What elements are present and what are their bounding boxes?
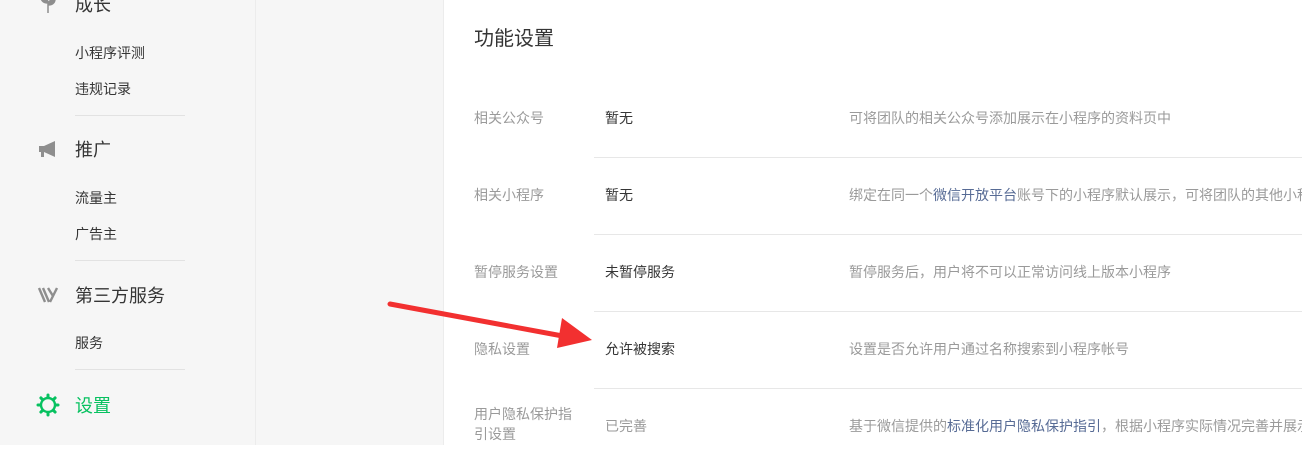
nav-divider bbox=[75, 115, 185, 116]
setting-label: 相关小程序 bbox=[474, 188, 544, 204]
setting-desc: 暂停服务后，用户将不可以正常访问线上版本小程序 bbox=[849, 265, 1171, 281]
nav-group-third-party[interactable]: 第三方服务 bbox=[36, 282, 165, 308]
nav-item-violations[interactable]: 违规记录 bbox=[75, 80, 131, 100]
nav-group-label: 成长 bbox=[75, 0, 111, 16]
setting-label: 暂停服务设置 bbox=[474, 265, 558, 281]
privacy-guideline-link[interactable]: 标准化用户隐私保护指引 bbox=[947, 419, 1101, 435]
nav-item-advertiser[interactable]: 广告主 bbox=[75, 225, 117, 245]
row-divider bbox=[594, 311, 1302, 312]
setting-row-related-mini-program: 相关小程序 暂无 绑定在同一个微信开放平台账号下的小程序默认展示，可将团队的其他… bbox=[444, 159, 1302, 236]
nav-group-promotion[interactable]: 推广 bbox=[36, 136, 111, 162]
row-divider bbox=[594, 234, 1302, 235]
growth-icon bbox=[36, 0, 60, 16]
open-platform-link[interactable]: 微信开放平台 bbox=[933, 188, 1017, 204]
setting-row-related-official-account: 相关公众号 暂无 可将团队的相关公众号添加展示在小程序的资料页中 bbox=[444, 82, 1302, 159]
row-divider bbox=[594, 388, 1302, 389]
desc-text: 账号下的小程序默认展示，可将团队的其他小程 bbox=[1017, 188, 1302, 204]
setting-desc: 设置是否允许用户通过名称搜索到小程序帐号 bbox=[849, 342, 1129, 358]
desc-text: 基于微信提供的 bbox=[849, 419, 947, 435]
setting-label: 隐私设置 bbox=[474, 342, 530, 358]
megaphone-icon bbox=[36, 137, 60, 161]
setting-value: 未暂停服务 bbox=[605, 265, 675, 281]
setting-row-pause-service: 暂停服务设置 未暂停服务 暂停服务后，用户将不可以正常访问线上版本小程序 bbox=[444, 236, 1302, 313]
setting-row-privacy-guideline: 用户隐私保护指引设置 已完善 基于微信提供的标准化用户隐私保护指引，根据小程序实… bbox=[444, 390, 1302, 467]
sub-sidebar bbox=[256, 0, 444, 445]
third-party-icon bbox=[36, 283, 60, 307]
setting-value: 允许被搜索 bbox=[605, 342, 675, 358]
nav-group-label: 第三方服务 bbox=[75, 286, 165, 307]
nav-divider bbox=[75, 260, 185, 261]
setting-label: 用户隐私保护指引设置 bbox=[474, 407, 572, 443]
page-title: 功能设置 bbox=[474, 26, 554, 50]
row-divider bbox=[594, 157, 1302, 158]
sidebar: 成长 小程序评测 违规记录 推广 流量主 广告主 第三方服务 服务 设置 bbox=[0, 0, 256, 445]
nav-group-settings[interactable]: 设置 bbox=[36, 392, 111, 418]
main-content: 功能设置 相关公众号 暂无 可将团队的相关公众号添加展示在小程序的资料页中 相关… bbox=[444, 0, 1302, 445]
nav-item-services[interactable]: 服务 bbox=[75, 334, 103, 354]
desc-text: 绑定在同一个 bbox=[849, 188, 933, 204]
setting-desc: 绑定在同一个微信开放平台账号下的小程序默认展示，可将团队的其他小程 bbox=[849, 186, 1302, 206]
setting-row-privacy: 隐私设置 允许被搜索 设置是否允许用户通过名称搜索到小程序帐号 bbox=[444, 313, 1302, 390]
nav-group-growth[interactable]: 成长 bbox=[36, 0, 111, 17]
nav-group-label: 设置 bbox=[75, 396, 111, 417]
setting-value: 暂无 bbox=[605, 111, 633, 127]
nav-group-label: 推广 bbox=[75, 140, 111, 161]
setting-value: 暂无 bbox=[605, 188, 633, 204]
setting-label: 相关公众号 bbox=[474, 111, 544, 127]
gear-icon bbox=[36, 393, 60, 417]
setting-desc: 可将团队的相关公众号添加展示在小程序的资料页中 bbox=[849, 111, 1171, 127]
nav-item-traffic-owner[interactable]: 流量主 bbox=[75, 189, 117, 209]
setting-value: 已完善 bbox=[605, 419, 647, 435]
setting-desc: 基于微信提供的标准化用户隐私保护指引，根据小程序实际情况完善并展示 bbox=[849, 417, 1302, 437]
desc-text: ，根据小程序实际情况完善并展示 bbox=[1101, 419, 1302, 435]
nav-divider bbox=[75, 369, 185, 370]
nav-item-review[interactable]: 小程序评测 bbox=[75, 44, 145, 64]
